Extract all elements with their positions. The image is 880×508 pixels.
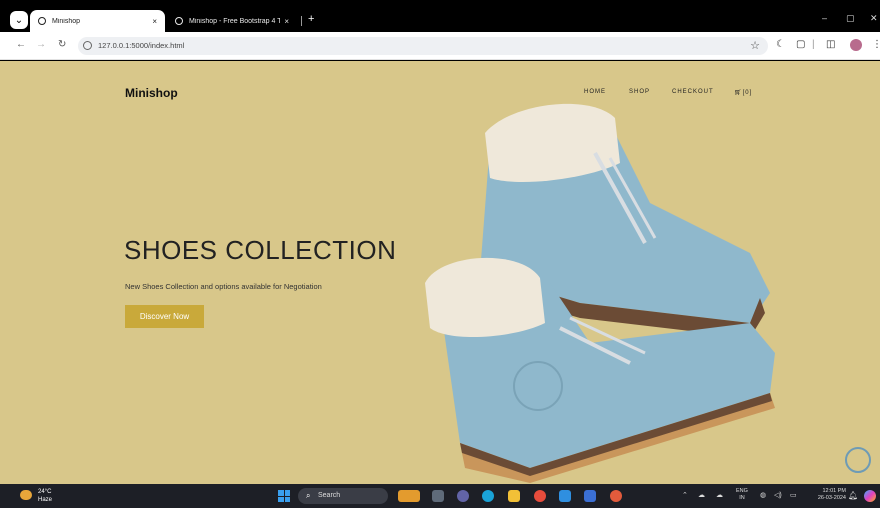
- chevron-down-icon: ⌄: [14, 14, 24, 26]
- close-window-button[interactable]: ✕: [870, 13, 878, 24]
- network-icon[interactable]: ◍: [760, 491, 766, 499]
- windows-logo-icon: [278, 490, 284, 496]
- side-panel-icon[interactable]: ◫: [826, 39, 835, 50]
- chrome-icon[interactable]: [534, 490, 546, 502]
- browser-toolbar: ← → ↻ 127.0.0.1:5000/index.html ☆ ☾ ▢ | …: [0, 32, 880, 60]
- tab-title: Minishop: [52, 17, 81, 25]
- search-label: Search: [318, 492, 341, 499]
- copilot-icon[interactable]: [864, 490, 876, 502]
- scroll-top-ring[interactable]: [845, 447, 871, 473]
- weather-temp: 24°C: [38, 489, 52, 495]
- webpage-hero: Minishop HOME SHOP CHECKOUT 🛒︎[0] SHOES …: [0, 61, 880, 484]
- boots-image: [425, 103, 775, 483]
- dark-mode-icon[interactable]: ☾: [776, 39, 785, 50]
- lang-secondary: IN: [739, 495, 745, 501]
- store-icon[interactable]: [584, 490, 596, 502]
- address-bar[interactable]: 127.0.0.1:5000/index.html ☆: [78, 37, 768, 55]
- notification-bell-icon[interactable]: 🔔︎: [848, 491, 858, 500]
- globe-icon: [175, 17, 183, 25]
- cloud-icon[interactable]: ☁: [698, 491, 705, 499]
- windows-logo-icon: [284, 496, 290, 502]
- site-info-icon[interactable]: [83, 41, 92, 50]
- forward-arrow-icon[interactable]: →: [36, 39, 46, 50]
- tab-divider: [301, 16, 302, 26]
- windows-logo-icon: [284, 490, 290, 496]
- teams-icon[interactable]: [457, 490, 469, 502]
- tab-strip: ⌄ Minishop × Minishop - Free Bootstrap 4…: [0, 10, 880, 32]
- lang-primary: ENG: [736, 488, 748, 494]
- close-tab-button[interactable]: ×: [152, 17, 157, 26]
- vscode-icon[interactable]: [559, 490, 571, 502]
- weather-widget[interactable]: 24°C Haze: [38, 488, 52, 504]
- globe-icon: [38, 17, 46, 25]
- start-button[interactable]: [278, 490, 290, 502]
- taskbar-search[interactable]: ⌕ Search: [298, 488, 388, 504]
- hero-title: SHOES COLLECTION: [124, 235, 397, 265]
- weather-haze-icon[interactable]: [20, 490, 32, 500]
- close-tab-button[interactable]: ×: [284, 17, 289, 26]
- volume-icon[interactable]: ◁): [774, 491, 782, 499]
- back-arrow-icon[interactable]: ←: [16, 39, 26, 50]
- tab-title: Minishop - Free Bootstrap 4 Te: [189, 17, 281, 25]
- bookmark-star-icon[interactable]: ☆: [750, 39, 760, 52]
- site-logo[interactable]: Minishop: [125, 86, 178, 100]
- battery-icon[interactable]: ▭: [790, 491, 797, 499]
- chevron-up-icon[interactable]: ⌃: [682, 491, 688, 499]
- tab-minishop[interactable]: Minishop ×: [30, 10, 165, 32]
- toolbar-divider: |: [812, 39, 815, 50]
- chrome-canary-icon[interactable]: [610, 490, 622, 502]
- onedrive-icon[interactable]: ☁: [716, 491, 723, 499]
- new-tab-button[interactable]: +: [308, 13, 314, 25]
- windows-logo-icon: [278, 496, 284, 502]
- tab-bootstrap-template[interactable]: Minishop - Free Bootstrap 4 Te ×: [167, 10, 297, 32]
- system-clock[interactable]: 12:01 PM 26-03-2024: [806, 488, 846, 502]
- address-url[interactable]: 127.0.0.1:5000/index.html: [98, 41, 184, 50]
- discover-now-button[interactable]: Discover Now: [125, 305, 204, 328]
- weather-desc: Haze: [38, 497, 53, 503]
- menu-kebab-icon[interactable]: ⋮: [872, 39, 880, 50]
- restore-button[interactable]: ▢: [846, 13, 855, 24]
- widgets-icon[interactable]: [398, 490, 420, 502]
- tab-search-button[interactable]: ⌄: [10, 11, 28, 29]
- clock-date: 26-03-2024: [817, 495, 846, 501]
- search-icon: ⌕: [306, 491, 311, 500]
- file-explorer-icon[interactable]: [508, 490, 520, 502]
- task-view-icon[interactable]: [432, 490, 444, 502]
- language-indicator[interactable]: ENG IN: [736, 488, 748, 502]
- edge-icon[interactable]: [482, 490, 494, 502]
- hero-subtitle: New Shoes Collection and options availab…: [125, 282, 322, 291]
- minimize-button[interactable]: –: [822, 13, 827, 23]
- extensions-icon[interactable]: ▢: [796, 39, 805, 50]
- clock-time: 12:01 PM: [822, 488, 846, 494]
- windows-taskbar: 24°C Haze ⌕ Search ⌃ ☁ ☁ ENG IN ◍ ◁) ▭ 1…: [0, 484, 880, 508]
- profile-avatar[interactable]: [850, 39, 862, 51]
- reload-icon[interactable]: ↻: [58, 39, 66, 50]
